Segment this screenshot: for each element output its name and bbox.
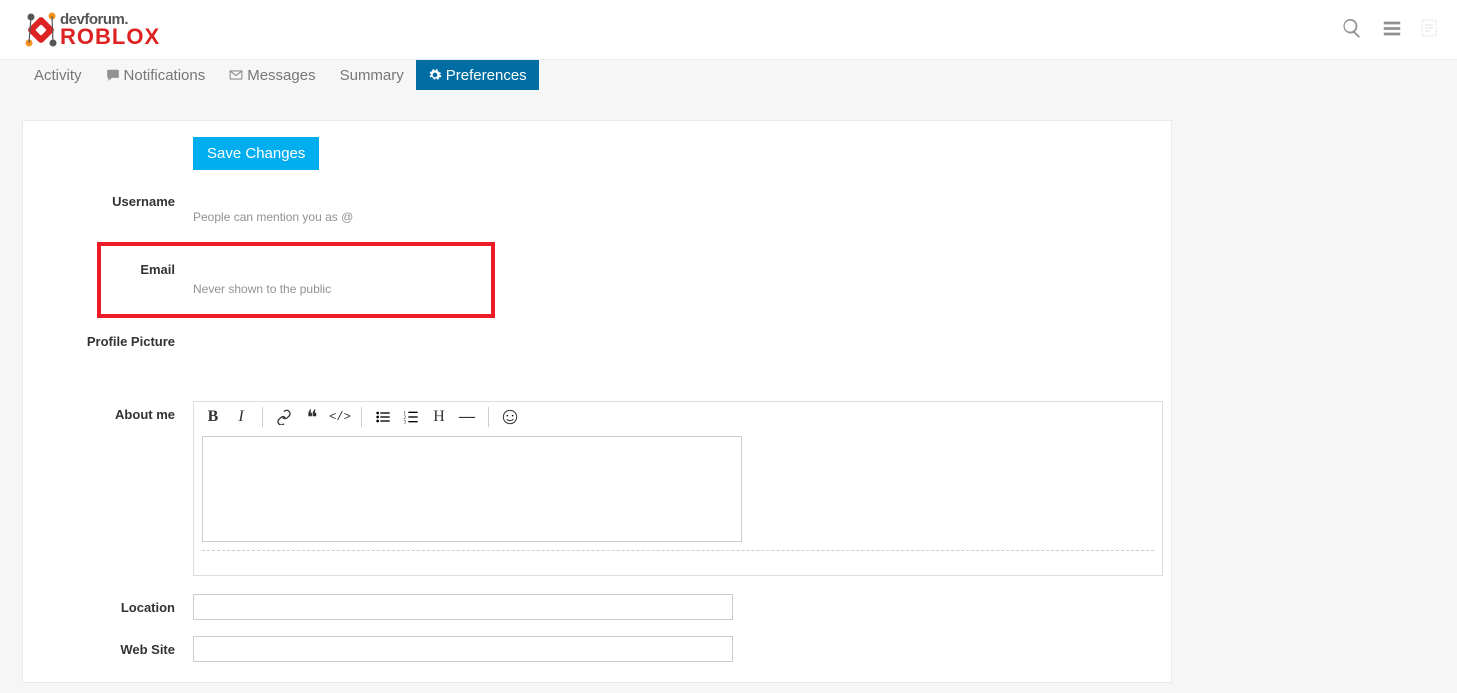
bold-button[interactable]: B: [200, 404, 226, 430]
comment-icon: [106, 68, 120, 82]
website-input[interactable]: [193, 636, 733, 662]
smile-icon: [502, 409, 518, 425]
profile-picture-label: Profile Picture: [23, 328, 193, 349]
save-button[interactable]: Save Changes: [193, 137, 319, 170]
emoji-button[interactable]: [497, 404, 523, 430]
list-ul-icon: [375, 409, 391, 425]
profile-tabs: Activity Notifications Messages Summary …: [22, 60, 1457, 90]
tab-label: Notifications: [124, 67, 206, 84]
website-label: Web Site: [23, 636, 193, 657]
username-value: [193, 188, 273, 206]
about-me-label: About me: [23, 401, 193, 422]
about-me-textarea[interactable]: [202, 436, 742, 542]
tab-summary[interactable]: Summary: [328, 60, 416, 90]
location-input[interactable]: [193, 594, 733, 620]
editor-toolbar: B I ❝ </> 123: [194, 402, 1162, 432]
tab-label: Messages: [247, 67, 315, 84]
tab-label: Activity: [34, 67, 82, 84]
link-button[interactable]: [271, 404, 297, 430]
logo-text-bottom: ROBLOX: [60, 27, 160, 47]
editor-preview-divider: [202, 550, 1154, 551]
link-icon: [276, 409, 292, 425]
email-label: Email: [111, 258, 193, 296]
code-button[interactable]: </>: [327, 404, 353, 430]
tab-notifications[interactable]: Notifications: [94, 60, 218, 90]
mention-handle: [353, 212, 403, 224]
page-icon[interactable]: [1421, 19, 1437, 40]
header-actions: [1341, 17, 1437, 42]
site-header: devforum. ROBLOX: [0, 0, 1457, 60]
site-logo[interactable]: devforum. ROBLOX: [20, 9, 160, 51]
toolbar-separator: [361, 407, 362, 427]
tab-label: Preferences: [446, 67, 527, 84]
bullet-list-button[interactable]: [370, 404, 396, 430]
tab-preferences[interactable]: Preferences: [416, 60, 539, 90]
toolbar-separator: [488, 407, 489, 427]
envelope-icon: [229, 68, 243, 82]
number-list-button[interactable]: 123: [398, 404, 424, 430]
search-icon[interactable]: [1341, 17, 1363, 42]
toolbar-separator: [262, 407, 263, 427]
email-hint: Never shown to the public: [193, 282, 423, 296]
svg-text:3: 3: [404, 421, 407, 425]
tab-messages[interactable]: Messages: [217, 60, 327, 90]
italic-button[interactable]: I: [228, 404, 254, 430]
tab-activity[interactable]: Activity: [22, 60, 94, 90]
location-label: Location: [23, 594, 193, 615]
email-value: [193, 258, 423, 278]
username-label: Username: [23, 188, 193, 209]
gear-icon: [428, 68, 442, 82]
username-hint: People can mention you as @: [193, 210, 1151, 224]
about-me-editor: B I ❝ </> 123: [193, 401, 1163, 576]
hr-button[interactable]: —: [454, 404, 480, 430]
logo-icon: [20, 9, 62, 51]
preferences-panel: Save Changes Username People can mention…: [22, 120, 1172, 683]
quote-button[interactable]: ❝: [299, 404, 325, 430]
list-ol-icon: 123: [403, 409, 419, 425]
page-body: Activity Notifications Messages Summary …: [0, 60, 1457, 693]
email-highlight-box: Email Never shown to the public: [97, 242, 495, 318]
hint-mention-text: People can mention you as @: [193, 210, 353, 224]
hamburger-menu-icon[interactable]: [1381, 17, 1403, 42]
heading-button[interactable]: H: [426, 404, 452, 430]
tab-label: Summary: [340, 67, 404, 84]
